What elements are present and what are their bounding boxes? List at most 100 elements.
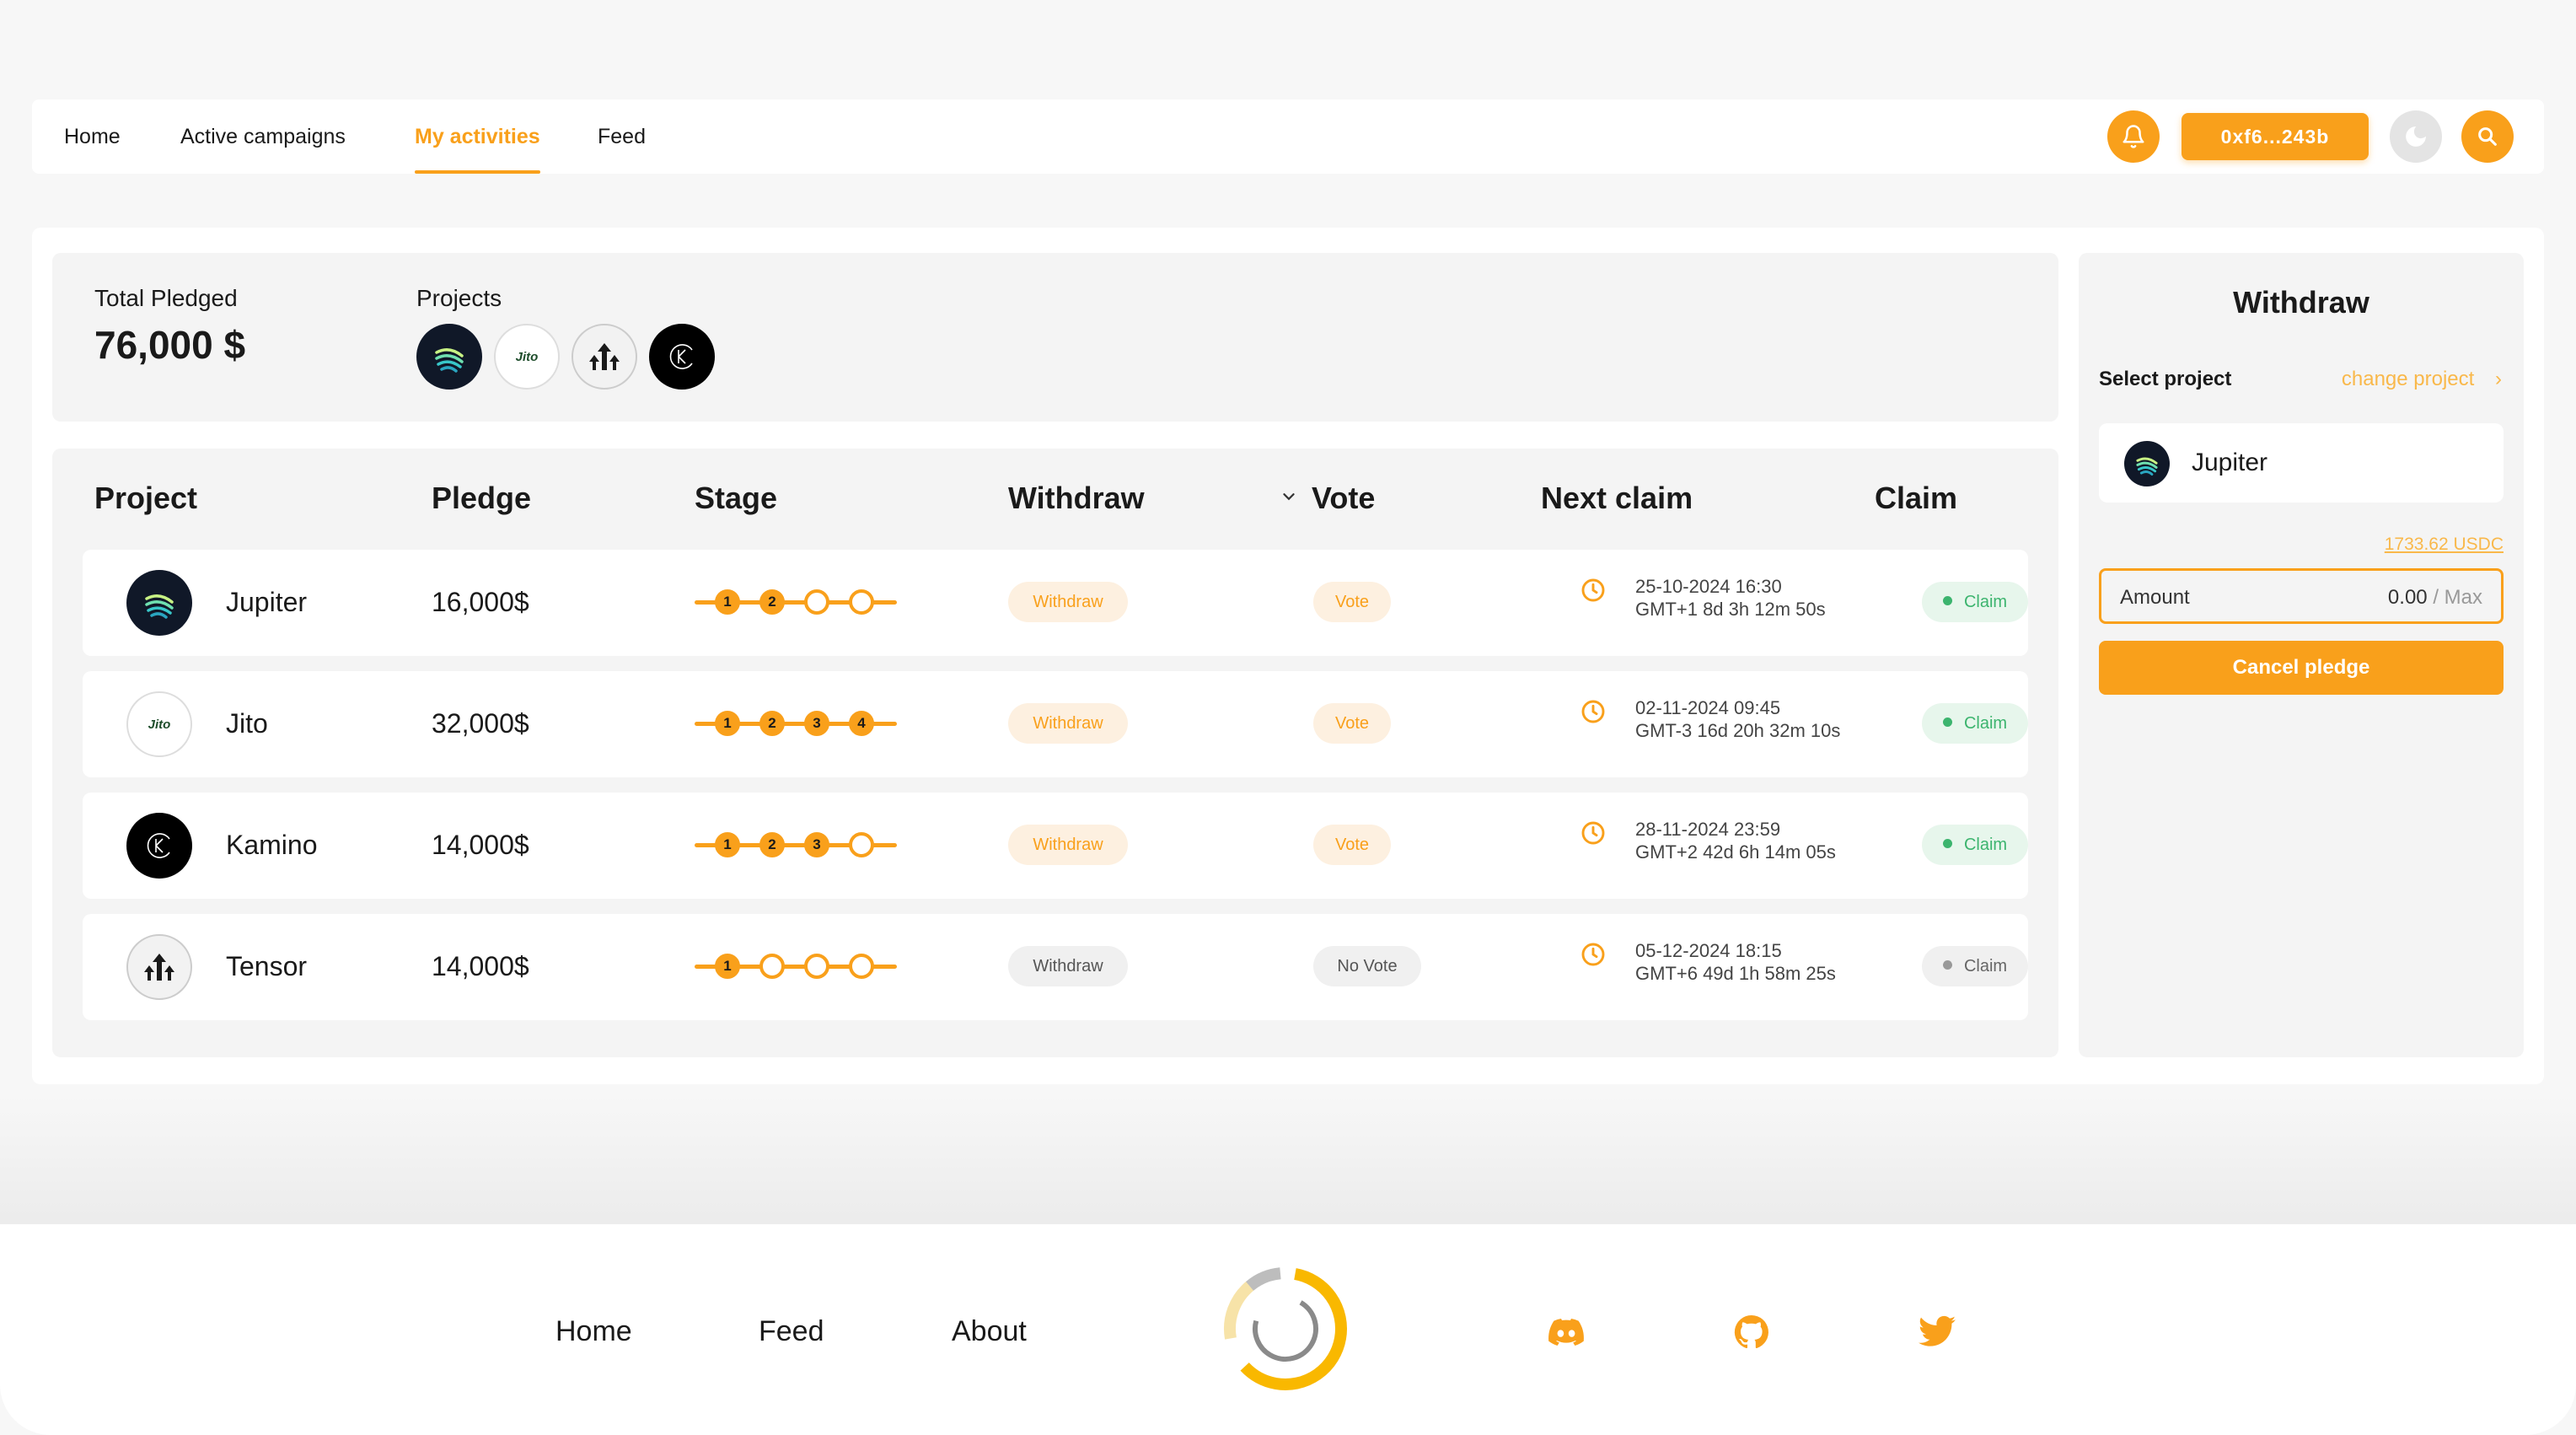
withdraw-button[interactable]: Withdraw	[1008, 582, 1128, 622]
footer-feed-link[interactable]: Feed	[759, 1315, 824, 1348]
project-name: Jito	[226, 708, 268, 739]
project-name: Kamino	[226, 830, 318, 860]
nav-active-campaigns[interactable]: Active campaigns	[180, 99, 346, 174]
claim-countdown: GMT+6 49d 1h 58m 25s	[1635, 963, 1836, 984]
nav-home[interactable]: Home	[64, 99, 121, 174]
withdraw-panel: Withdraw Select project change project ›…	[2079, 253, 2524, 1057]
claim-button[interactable]: Claim	[1922, 582, 2028, 622]
theme-toggle-button[interactable]	[2390, 110, 2442, 163]
pledge-amount: 16,000$	[432, 587, 529, 617]
withdraw-button[interactable]: Withdraw	[1008, 703, 1128, 744]
stage-step: 2	[759, 832, 785, 857]
notifications-button[interactable]	[2107, 110, 2160, 163]
header-claim: Claim	[1875, 481, 1958, 515]
clock-icon	[1581, 821, 1605, 845]
pledge-amount: 14,000$	[432, 830, 529, 860]
claim-button[interactable]: Claim	[1922, 703, 2028, 744]
jupiter-logo	[2124, 441, 2170, 486]
jito-logo[interactable]: Jito	[494, 324, 560, 390]
nav-my-activities[interactable]: My activities	[415, 99, 540, 174]
jupiter-logo[interactable]	[416, 324, 482, 390]
stage-progress: 1 2 3 4	[695, 709, 897, 738]
footer-home-link[interactable]: Home	[555, 1315, 632, 1348]
stage-progress: 1 2	[695, 588, 897, 616]
brand-logo	[1224, 1267, 1347, 1390]
pledge-summary: Total Pledged 76,000 $ Projects Jito	[52, 253, 2058, 422]
next-claim-info: 05-12-2024 18:15 GMT+6 49d 1h 58m 25s	[1635, 939, 1836, 985]
claim-date: 02-11-2024 09:45	[1635, 697, 1781, 718]
claim-label: Claim	[1963, 714, 2008, 733]
claim-button[interactable]: Claim	[1922, 825, 2028, 865]
table-row[interactable]: Kamino 14,000$ 1 2 3 Withdraw Vote 28-11…	[83, 793, 2028, 899]
claim-date: 25-10-2024 16:30	[1635, 576, 1782, 597]
sort-chevron-down-icon[interactable]	[1280, 487, 1298, 510]
clock-icon	[1581, 943, 1605, 966]
stage-step: 1	[715, 589, 740, 615]
change-project-link[interactable]: change project ›	[2342, 368, 2502, 391]
table-row[interactable]: Tensor 14,000$ 1 Withdraw No Vote 05-12-…	[83, 914, 2028, 1020]
jupiter-logo	[126, 570, 192, 636]
kamino-logo	[126, 813, 192, 879]
pledge-amount: 32,000$	[432, 708, 529, 739]
github-icon[interactable]	[1731, 1312, 1772, 1352]
stage-step: 4	[849, 711, 874, 736]
chevron-right-icon: ›	[2495, 368, 2502, 390]
stage-step: 2	[759, 589, 785, 615]
change-project-label: change project	[2341, 368, 2475, 390]
amount-value[interactable]: 0.00 / Max	[2388, 586, 2482, 610]
kamino-logo[interactable]	[649, 324, 715, 390]
claim-countdown: GMT+2 42d 6h 14m 05s	[1635, 841, 1836, 863]
header-withdraw: Withdraw	[1008, 481, 1145, 515]
vote-button[interactable]: Vote	[1313, 582, 1391, 622]
total-pledged-value: 76,000 $	[94, 323, 246, 367]
status-dot	[1942, 718, 1952, 728]
next-claim-info: 02-11-2024 09:45 GMT-3 16d 20h 32m 10s	[1635, 696, 1840, 742]
footer-about-link[interactable]: About	[952, 1315, 1027, 1348]
vote-button[interactable]: Vote	[1313, 703, 1391, 744]
nav-feed[interactable]: Feed	[598, 99, 646, 174]
withdraw-button[interactable]: Withdraw	[1008, 825, 1128, 865]
stage-step: 3	[804, 832, 829, 857]
discord-icon[interactable]	[1546, 1312, 1586, 1352]
stage-step	[849, 589, 874, 615]
header-next-claim: Next claim	[1541, 481, 1693, 515]
amount-field[interactable]: Amount 0.00 / Max	[2099, 568, 2504, 624]
pledges-table: Project Pledge Stage Withdraw Vote Next …	[52, 449, 2058, 1057]
header-stage: Stage	[695, 481, 778, 515]
balance-link[interactable]: 1733.62 USDC	[2385, 535, 2504, 555]
moon-icon	[2406, 126, 2427, 147]
status-dot	[1942, 960, 1952, 970]
twitter-icon[interactable]	[1917, 1312, 1957, 1352]
header-pledge: Pledge	[432, 481, 532, 515]
table-row[interactable]: Jito Jito 32,000$ 1 2 3 4 Withdraw Vote …	[83, 671, 2028, 777]
wallet-button[interactable]: 0xf6...243b	[2182, 113, 2369, 160]
top-nav: Home Active campaigns My activities Feed	[32, 99, 2544, 174]
header-project: Project	[94, 481, 198, 515]
projects-label: Projects	[416, 285, 502, 311]
stage-step	[849, 832, 874, 857]
amount-input-value[interactable]: 0.00	[2388, 586, 2428, 609]
selected-project[interactable]: Jupiter	[2099, 423, 2504, 503]
stage-step: 3	[804, 711, 829, 736]
withdraw-title: Withdraw	[2233, 285, 2369, 320]
stage-step	[849, 954, 874, 979]
claim-countdown: GMT+1 8d 3h 12m 50s	[1635, 599, 1826, 620]
vote-button[interactable]: Vote	[1313, 825, 1391, 865]
max-button[interactable]: Max	[2445, 586, 2482, 609]
claim-date: 05-12-2024 18:15	[1635, 940, 1782, 961]
page-background-gradient	[0, 1096, 2576, 1231]
clock-icon	[1581, 700, 1605, 723]
claim-countdown: GMT-3 16d 20h 32m 10s	[1635, 720, 1841, 741]
withdraw-button[interactable]: Withdraw	[1008, 946, 1128, 986]
claim-button[interactable]: Claim	[1922, 946, 2028, 986]
jito-logo: Jito	[126, 691, 192, 757]
search-icon	[2478, 127, 2497, 146]
tensor-logo[interactable]	[572, 324, 637, 390]
selected-project-name: Jupiter	[2192, 449, 2268, 476]
table-row[interactable]: Jupiter 16,000$ 1 2 Withdraw Vote 25-10-…	[83, 550, 2028, 656]
cancel-pledge-button[interactable]: Cancel pledge	[2099, 641, 2504, 695]
stage-step	[804, 589, 829, 615]
search-button[interactable]	[2461, 110, 2514, 163]
vote-button[interactable]: No Vote	[1313, 946, 1421, 986]
header-vote: Vote	[1312, 481, 1376, 515]
